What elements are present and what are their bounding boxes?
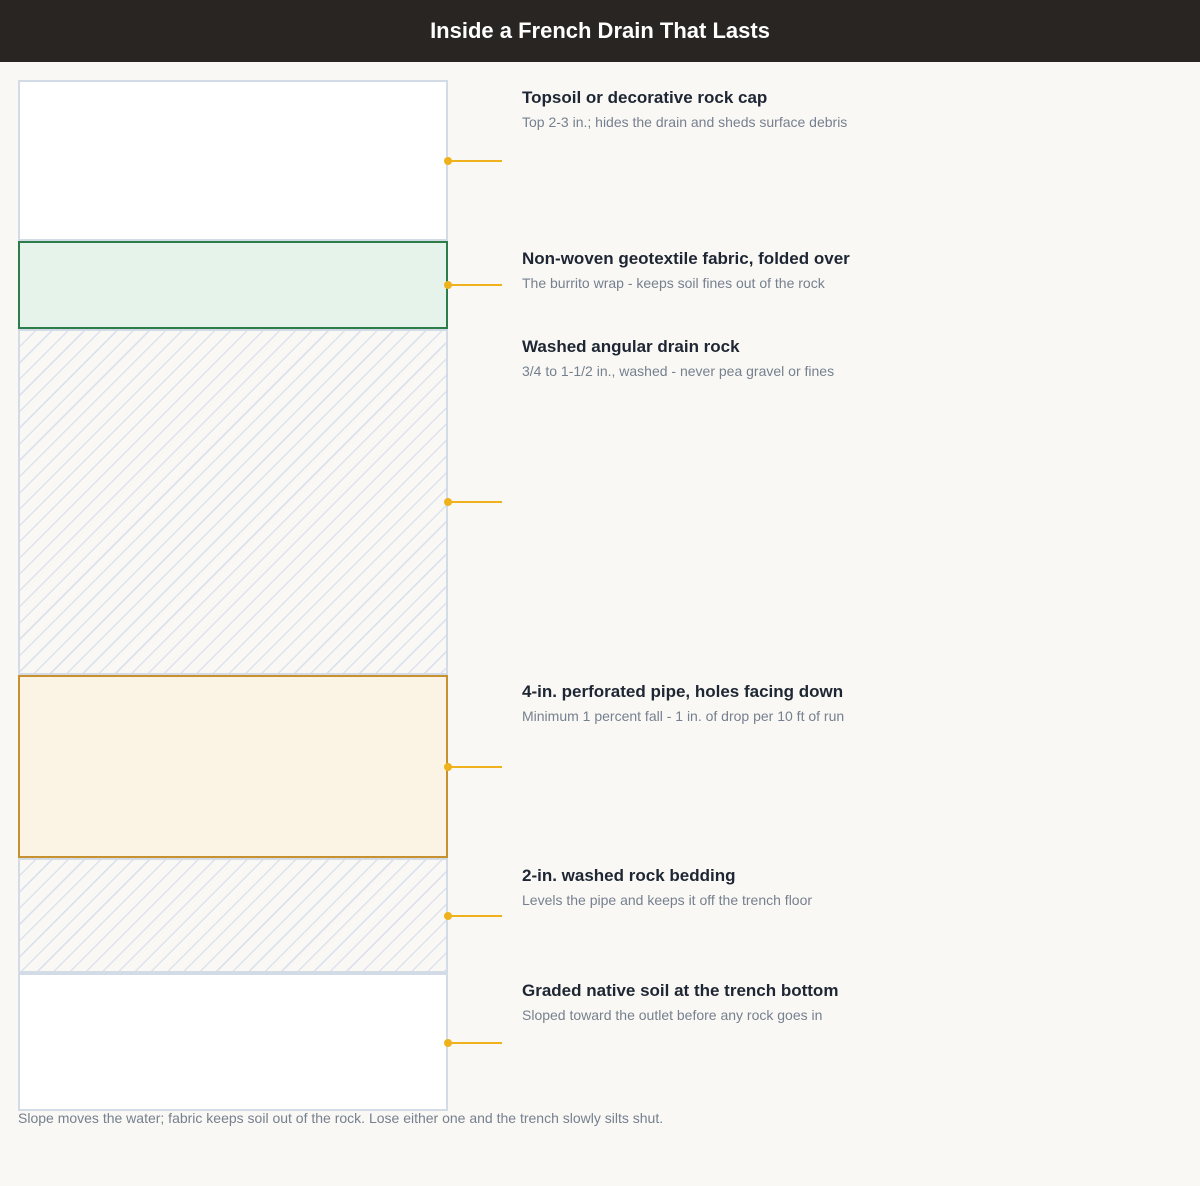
layer-title: Topsoil or decorative rock cap <box>522 88 768 107</box>
layer-perforated-pipe <box>18 675 448 858</box>
layer-subtitle: Minimum 1 percent fall - 1 in. of drop p… <box>522 708 845 724</box>
layer-title: Washed angular drain rock <box>522 337 740 356</box>
layer-subtitle: Levels the pipe and keeps it off the tre… <box>522 892 813 908</box>
connector-line <box>448 501 502 503</box>
layer-subtitle: Top 2-3 in.; hides the drain and sheds s… <box>522 114 848 130</box>
connector-line <box>448 160 502 162</box>
connector-fabric <box>444 281 504 289</box>
connector-line <box>448 766 502 768</box>
layer-topsoil-cap <box>18 80 448 241</box>
label-fabric: Non-woven geotextile fabric, folded over… <box>522 249 1142 292</box>
label-native-soil: Graded native soil at the trench bottom … <box>522 981 1142 1024</box>
layer-geotextile-fabric <box>18 241 448 329</box>
connector-line <box>448 284 502 286</box>
connector-bedding <box>444 912 504 920</box>
layer-title: 2-in. washed rock bedding <box>522 866 736 885</box>
connector-line <box>448 1042 502 1044</box>
label-bedding: 2-in. washed rock bedding Levels the pip… <box>522 866 1142 909</box>
label-topsoil: Topsoil or decorative rock cap Top 2-3 i… <box>522 88 1142 131</box>
layer-subtitle: 3/4 to 1-1/2 in., washed - never pea gra… <box>522 363 835 379</box>
layer-subtitle: Sloped toward the outlet before any rock… <box>522 1007 823 1023</box>
layer-subtitle: The burrito wrap - keeps soil fines out … <box>522 275 825 291</box>
layer-drain-rock <box>18 329 448 675</box>
footer-caption: Slope moves the water; fabric keeps soil… <box>18 1110 664 1126</box>
label-drain-rock: Washed angular drain rock 3/4 to 1-1/2 i… <box>522 337 1142 380</box>
connector-drain-rock <box>444 498 504 506</box>
layer-rock-bedding <box>18 858 448 973</box>
connector-line <box>448 915 502 917</box>
layer-title: Graded native soil at the trench bottom <box>522 981 839 1000</box>
connector-topsoil <box>444 157 504 165</box>
connector-pipe <box>444 763 504 771</box>
label-pipe: 4-in. perforated pipe, holes facing down… <box>522 682 1142 725</box>
connector-native-soil <box>444 1039 504 1047</box>
layer-native-soil <box>18 973 448 1111</box>
layer-title: Non-woven geotextile fabric, folded over <box>522 249 850 268</box>
page-title: Inside a French Drain That Lasts <box>0 0 1200 62</box>
layer-title: 4-in. perforated pipe, holes facing down <box>522 682 844 701</box>
